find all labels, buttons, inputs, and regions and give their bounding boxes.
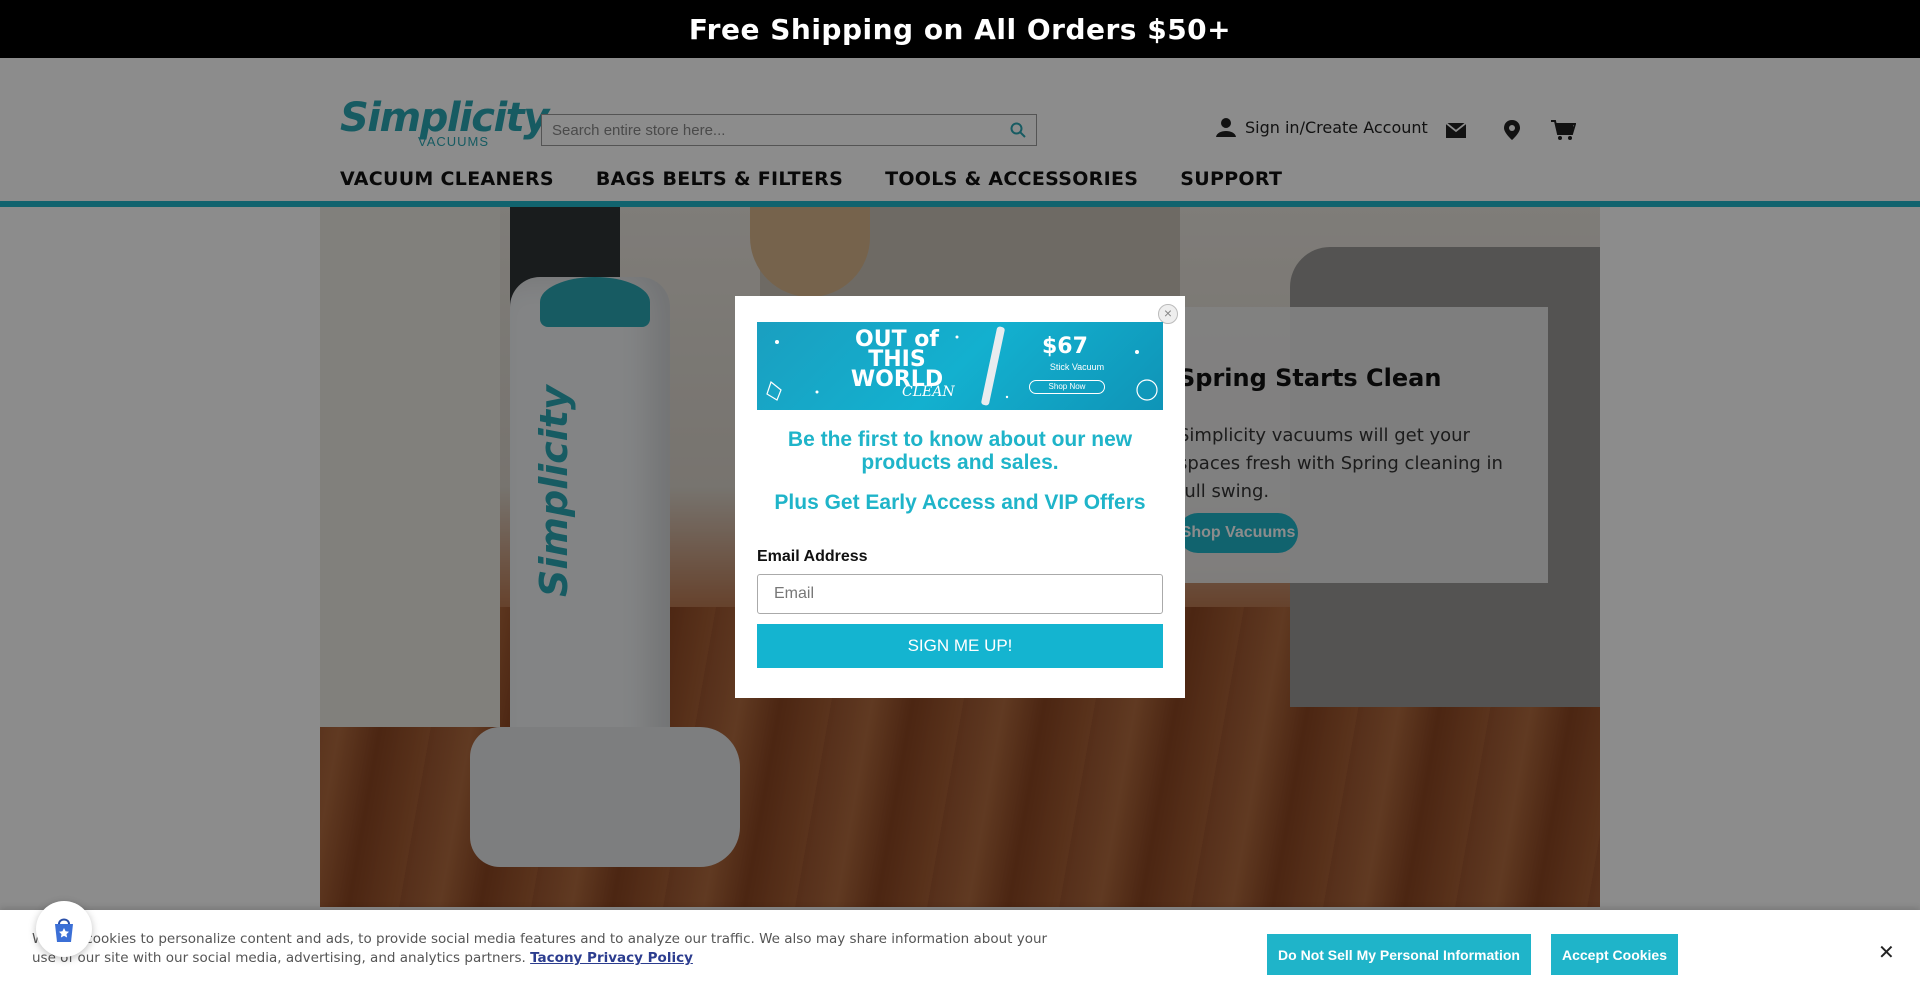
modal-subheading: Plus Get Early Access and VIP Offers [774,491,1146,514]
cookie-consent-bar: We use cookies to personalize content an… [0,910,1920,993]
banner-shop-button[interactable]: Shop Now [1029,380,1105,394]
signup-modal: × OUT of THIS WORLD CLEAN $67 Stick Vacu… [735,296,1185,698]
banner-title: OUT of THIS WORLD [850,327,944,392]
promo-bar-text: Free Shipping on All Orders $50+ [688,12,1232,46]
privacy-policy-link[interactable]: Tacony Privacy Policy [530,950,693,966]
cookie-close-button[interactable]: ✕ [1878,943,1895,963]
modal-close-button[interactable]: × [1158,304,1178,324]
modal-heading: Be the first to know about our new produ… [787,428,1133,474]
accept-cookies-button[interactable]: Accept Cookies [1551,934,1678,975]
promo-bar: Free Shipping on All Orders $50+ [0,0,1920,58]
sign-up-button[interactable]: SIGN ME UP! [757,624,1163,668]
modal-promo-banner[interactable]: OUT of THIS WORLD CLEAN $67 Stick Vacuum… [757,322,1163,410]
shopping-bag-badge[interactable] [36,901,92,957]
shopping-bag-icon [55,918,73,942]
banner-script-text: CLEAN [902,384,955,400]
banner-subtitle: Stick Vacuum [1049,362,1105,372]
banner-price: $67 [1042,334,1088,359]
do-not-sell-button[interactable]: Do Not Sell My Personal Information [1267,934,1531,975]
cookie-text-block: We use cookies to personalize content an… [32,930,1052,968]
email-field[interactable] [757,574,1163,614]
email-label: Email Address [757,548,868,565]
